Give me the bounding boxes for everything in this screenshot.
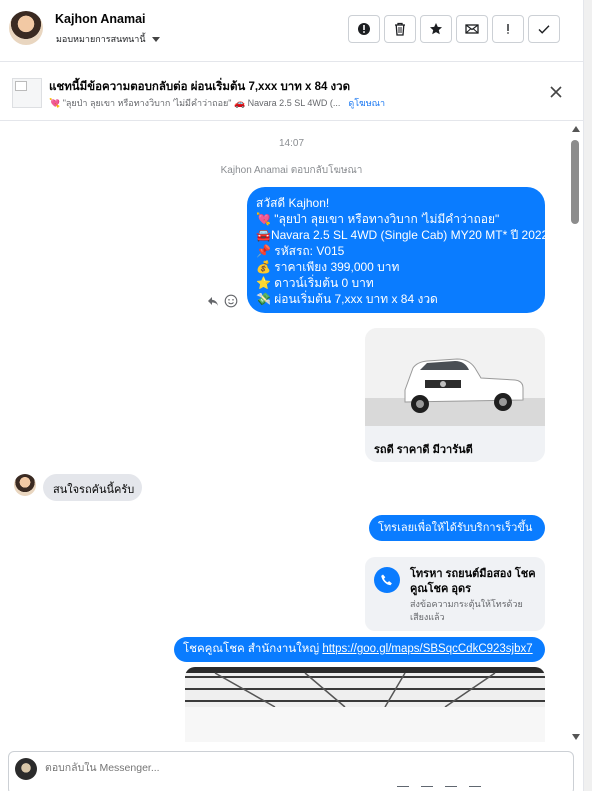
alert-circle-icon bbox=[358, 23, 370, 35]
header-actions bbox=[348, 15, 560, 43]
exclamation-icon bbox=[507, 24, 509, 34]
message-line: 💸 ผ่อนเริ่มต้น 7,xxx บาท x 84 งวด bbox=[256, 292, 438, 306]
page-scrollbar-track[interactable] bbox=[583, 0, 592, 791]
truck-image bbox=[365, 328, 545, 426]
message-timestamp: 14:07 bbox=[278, 138, 305, 149]
phone-icon bbox=[374, 567, 400, 593]
mark-spam-button[interactable] bbox=[348, 15, 380, 43]
ad-context-subtitle: 💘 "ลุยป่า ลุยเขา หรือทางวิบาก 'ไม่มีคำว่… bbox=[49, 96, 385, 110]
assign-dropdown[interactable]: มอบหมายการสนทนานี้ bbox=[56, 32, 160, 46]
outgoing-message-bubble[interactable]: สวัสดี Kajhon! 💘 "ลุยป่า ลุยเขา หรือทางว… bbox=[247, 187, 549, 313]
mark-unread-button[interactable] bbox=[456, 15, 488, 43]
composer-toolbar bbox=[397, 786, 481, 791]
delete-button[interactable] bbox=[384, 15, 416, 43]
conversation-header: Kajhon Anamai มอบหมายการสนทนานี้ bbox=[0, 0, 583, 62]
ad-context-subtitle-text: 💘 "ลุยป่า ลุยเขา หรือทางวิบาก 'ไม่มีคำว่… bbox=[49, 98, 341, 108]
maps-link[interactable]: https://goo.gl/maps/SBSqcCdkC923sjbx7 bbox=[322, 643, 532, 655]
ad-image-card[interactable]: รถดี ราคาดี มีวารันตี bbox=[365, 328, 545, 462]
caret-down-icon bbox=[151, 36, 160, 42]
replied-to-ad-label: Kajhon Anamai ตอบกลับโฆษณา bbox=[220, 165, 363, 176]
message-text: โชคคูณโชค สำนักงานใหญ่ bbox=[183, 643, 323, 655]
avatar bbox=[15, 758, 37, 780]
view-ad-link[interactable]: ดูโฆษณา bbox=[348, 96, 385, 110]
follow-up-button[interactable] bbox=[492, 15, 524, 43]
mark-done-button[interactable] bbox=[528, 15, 560, 43]
emoji-icon[interactable] bbox=[421, 786, 433, 791]
contact-name[interactable]: Kajhon Anamai bbox=[55, 12, 146, 26]
reply-composer bbox=[8, 751, 574, 791]
message-line: 💰 ราคาเพียง 399,000 บาท bbox=[256, 260, 400, 274]
message-line: สวัสดี Kajhon! bbox=[256, 196, 330, 210]
ad-card-caption: รถดี ราคาดี มีวารันตี bbox=[374, 444, 473, 456]
star-button[interactable] bbox=[420, 15, 452, 43]
reply-input[interactable] bbox=[45, 762, 345, 774]
message-line: 📌 รหัสรถ: V015 bbox=[256, 244, 345, 258]
checkmark-icon bbox=[538, 25, 550, 34]
ad-thumbnail[interactable] bbox=[12, 78, 42, 108]
ad-context-bar: แชทนี้มีข้อความตอบกลับต่อ ผ่อนเริ่มต้น 7… bbox=[0, 63, 583, 121]
incoming-message-bubble[interactable]: สนใจรถคันนี้ครับ bbox=[43, 474, 142, 501]
scroll-down-arrow[interactable] bbox=[572, 734, 580, 740]
call-request-card[interactable]: โทรหา รถยนต์มือสอง โชคคูณโชค อุดร ส่งข้อ… bbox=[365, 557, 545, 631]
attachment-icon[interactable] bbox=[397, 786, 409, 791]
trash-icon bbox=[395, 22, 405, 36]
message-line: 🚘Navara 2.5 SL 4WD (Single Cab) MY20 MT*… bbox=[256, 228, 549, 242]
showroom-photo[interactable] bbox=[185, 667, 545, 742]
message-actions bbox=[206, 294, 238, 308]
thread-scrollbar[interactable] bbox=[569, 122, 583, 744]
envelope-icon bbox=[465, 24, 479, 34]
star-icon bbox=[430, 23, 442, 35]
outgoing-message-bubble[interactable]: โชคคูณโชค สำนักงานใหญ่ https://goo.gl/ma… bbox=[174, 637, 545, 662]
message-line: ⭐ ดาวน์เริ่มต้น 0 บาท bbox=[256, 276, 374, 290]
scroll-up-arrow[interactable] bbox=[572, 126, 580, 132]
image-icon[interactable] bbox=[445, 786, 457, 791]
call-card-subtitle: ส่งข้อความกระตุ้นให้โทรด้วยเสียงแล้ว bbox=[410, 599, 523, 622]
assign-label: มอบหมายการสนทนานี้ bbox=[56, 34, 146, 44]
saved-reply-icon[interactable] bbox=[469, 786, 481, 791]
message-line: 💘 "ลุยป่า ลุยเขา หรือทางวิบาก 'ไม่มีคำว่… bbox=[256, 212, 500, 226]
emoji-icon[interactable] bbox=[224, 294, 238, 308]
message-thread: 14:07 Kajhon Anamai ตอบกลับโฆษณา สวัสดี … bbox=[0, 122, 583, 742]
ad-context-title: แชทนี้มีข้อความตอบกลับต่อ ผ่อนเริ่มต้น 7… bbox=[49, 81, 351, 93]
reply-icon[interactable] bbox=[206, 294, 220, 308]
close-icon[interactable] bbox=[548, 84, 564, 100]
avatar[interactable] bbox=[9, 11, 43, 45]
outgoing-message-bubble[interactable]: โทรเลยเพื่อให้ได้รับบริการเร็วขึ้น bbox=[369, 515, 545, 541]
call-card-title: โทรหา รถยนต์มือสอง โชคคูณโชค อุดร bbox=[410, 568, 536, 595]
avatar[interactable] bbox=[14, 474, 36, 496]
scrollbar-thumb[interactable] bbox=[571, 140, 579, 224]
